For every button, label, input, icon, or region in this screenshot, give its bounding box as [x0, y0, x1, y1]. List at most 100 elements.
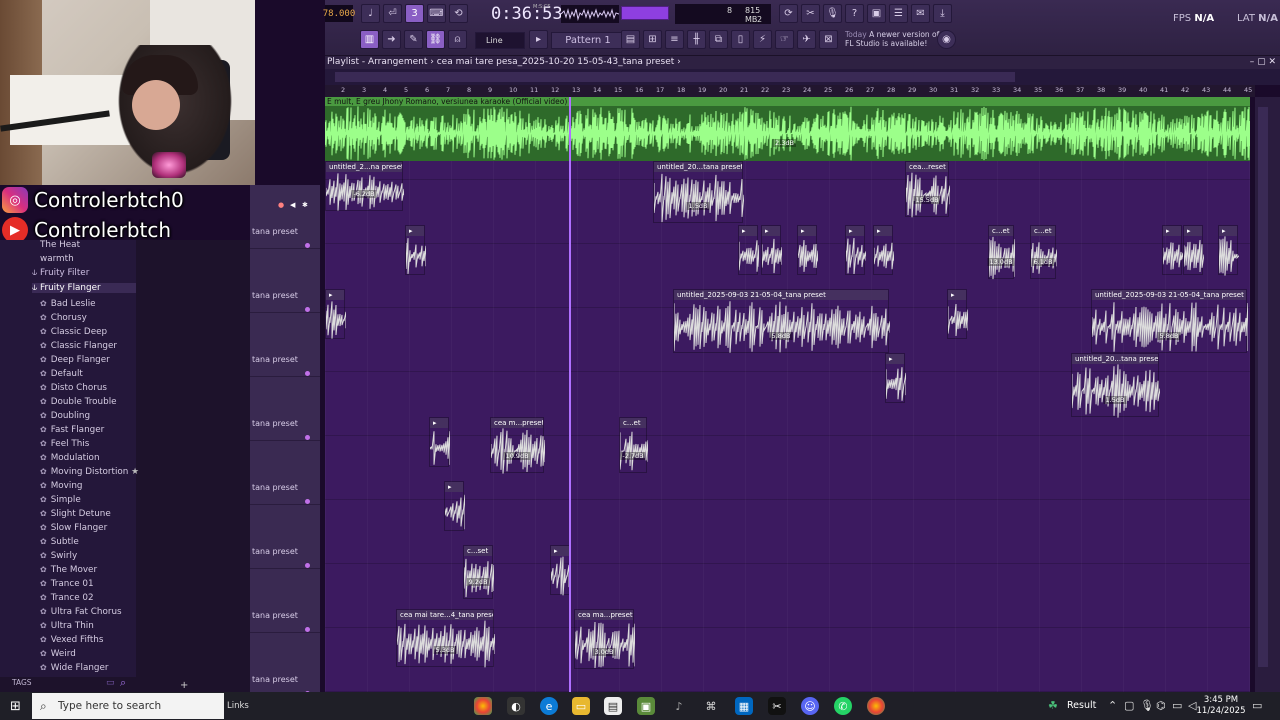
microphone-icon[interactable]: 🎙 [823, 4, 842, 23]
pattern-clip[interactable]: ▸ [325, 289, 346, 339]
metronome-icon[interactable]: ♩ [361, 4, 380, 23]
pattern-clip[interactable]: ▸ [947, 289, 968, 339]
track-mute-led[interactable] [305, 627, 310, 632]
tags-label[interactable]: TAGS [12, 678, 32, 687]
tray-display-icon[interactable]: ▭ [1172, 699, 1182, 712]
master-volume-meter[interactable] [621, 6, 669, 20]
links-toolbar[interactable]: Links [227, 701, 249, 711]
file-icon[interactable]: ▯ [731, 30, 750, 49]
preset-item[interactable]: ✿ Bad Leslie [40, 299, 96, 313]
pattern-clip[interactable]: c...set 9.2dB [463, 545, 494, 599]
folder-fruity-flanger[interactable]: ⫝ Fruity Flanger [32, 283, 136, 293]
track-mute-led[interactable] [305, 499, 310, 504]
whatsapp-icon[interactable]: ✆ [834, 697, 852, 715]
tray-overflow-icon[interactable]: ⌃ [1108, 699, 1117, 712]
pattern-clip[interactable]: c...et 6.1dB [1030, 225, 1057, 279]
pattern-clip[interactable]: untitled_2025-09-03 21-05-04_tana preset… [673, 289, 890, 353]
link-icon[interactable]: ⛓ [426, 30, 445, 49]
pattern-clip[interactable]: ▸ [1162, 225, 1183, 275]
pattern-clip[interactable]: untitled_20...tana preset 1.5dB [653, 161, 744, 223]
pattern-clip[interactable]: cea m...preset 10.9dB [490, 417, 545, 474]
preset-item[interactable]: ✿ Doubling [40, 411, 90, 425]
preset-item[interactable]: ✿ Subtle [40, 537, 79, 551]
track-mute-led[interactable] [305, 371, 310, 376]
pattern-clip[interactable]: ▸ [1218, 225, 1239, 276]
preset-item[interactable]: ✿ Chorusy [40, 313, 87, 327]
tray-network-icon[interactable]: ⌬ [1156, 699, 1166, 712]
track-header[interactable]: tana preset [250, 249, 320, 313]
file-explorer-icon[interactable]: ▭ [572, 697, 590, 715]
preset-item[interactable]: ✿ Slight Detune [40, 509, 111, 523]
track-mute-led[interactable] [305, 435, 310, 440]
track-header[interactable]: tana preset [250, 633, 320, 697]
tray-result-label[interactable]: Result [1067, 700, 1096, 711]
pattern-clip[interactable]: ▸ [845, 225, 866, 275]
cart-icon[interactable]: ⊠ [819, 30, 838, 49]
track-header[interactable]: tana preset [250, 505, 320, 569]
countdown-icon[interactable]: 3 [405, 4, 424, 23]
preset-item[interactable]: ✿ Slow Flanger [40, 523, 107, 537]
pattern-clip[interactable]: cea mai tare...4_tana preset 5.3dB [396, 609, 495, 668]
timeline-ruler[interactable]: 2 3 4 5 6 7 8 9 10 11 12 13 14 15 16 17 18 19 20 21 22 23 24 25… [325, 85, 1255, 97]
audio-clip-karaoke[interactable]: E mult, E greu Jhony Romano, versiunea k… [325, 97, 1250, 161]
cut-icon[interactable]: ✂ [801, 4, 820, 23]
track-mute-led[interactable] [305, 243, 310, 248]
channel-rack-icon[interactable]: ⊞ [643, 30, 662, 49]
pattern-clip[interactable]: c...et 13.0dB [987, 225, 1015, 280]
preset-item[interactable]: ✿ Disto Chorus [40, 383, 107, 397]
track-header[interactable]: tana preset [250, 569, 320, 633]
pattern-clip[interactable]: ▸ [885, 353, 906, 403]
chrome-icon[interactable] [474, 697, 492, 715]
windows-start-icon[interactable]: ⊞ [10, 699, 21, 714]
pattern-clip[interactable]: ▸ [738, 225, 759, 275]
magnet-icon[interactable]: ⍝ [448, 30, 467, 49]
pattern-clip[interactable]: ▸ [797, 225, 818, 275]
minecraft-icon[interactable]: ▣ [637, 697, 655, 715]
preset-item[interactable]: ✿ Feel This [40, 439, 89, 453]
pattern-select[interactable]: Pattern 1 [551, 32, 625, 49]
preset-item[interactable]: ✿ Double Trouble [40, 397, 117, 411]
playlist-overview[interactable] [325, 69, 1280, 85]
playlist-icon[interactable]: ▤ [621, 30, 640, 49]
vertical-scrollbar[interactable] [1255, 97, 1280, 692]
search-icon[interactable]: ⌕ [120, 676, 126, 690]
pattern-clip[interactable]: c...et -2.7dB [619, 417, 648, 473]
touch-icon[interactable]: ☞ [775, 30, 794, 49]
taskbar-search[interactable]: ⌕ Type here to search [32, 693, 224, 719]
notepad-icon[interactable]: ▤ [604, 697, 622, 715]
chrome-profile-icon[interactable] [867, 697, 885, 715]
play-icon[interactable]: ▸ [529, 30, 548, 49]
export-icon[interactable]: ⤓ [933, 4, 952, 23]
store-icon[interactable]: ▦ [735, 697, 753, 715]
pattern-clip[interactable]: ▸ [1183, 225, 1204, 275]
mixer-view-icon[interactable]: ╫ [687, 30, 706, 49]
track-header[interactable]: tana preset [250, 313, 320, 377]
preset-item[interactable]: ✿ Classic Deep [40, 327, 107, 341]
weather-icon[interactable]: ☘ [1048, 699, 1058, 712]
loop-record-icon[interactable]: ⟲ [449, 4, 468, 23]
preset-item[interactable]: ✿ Default [40, 369, 83, 383]
news-panel[interactable]: Today A newer version of FL Studio is av… [845, 30, 945, 48]
folder-icon[interactable]: ▭ [106, 678, 115, 688]
preset-item[interactable]: ✿ Classic Flanger [40, 341, 117, 355]
undo-icon[interactable]: ⟳ [779, 4, 798, 23]
track-mute-led[interactable] [305, 307, 310, 312]
chat-icon[interactable]: ✉ [911, 4, 930, 23]
obs-icon[interactable]: ◐ [507, 697, 525, 715]
help-icon[interactable]: ? [845, 4, 864, 23]
preset-item[interactable]: ✿ Simple [40, 495, 81, 509]
preset-item[interactable]: ✿ Vexed Fifths [40, 635, 103, 649]
arrangement-name[interactable]: cea mai tare pesa_2025-10-20 15-05-43_ta… [437, 57, 675, 67]
playhead[interactable] [569, 97, 571, 692]
app-icon[interactable]: ♪ [670, 697, 688, 715]
pattern-clip[interactable]: ▸ [873, 225, 894, 275]
preset-item[interactable]: ✿ Fast Flanger [40, 425, 104, 439]
pattern-clip[interactable]: ▸ [444, 481, 465, 531]
browser-item[interactable]: The Heat [40, 240, 80, 254]
arrow-icon[interactable]: ➜ [382, 30, 401, 49]
tray-app-icon[interactable]: ▢ [1124, 699, 1134, 712]
pattern-clip[interactable]: cea ma...preset 3.0dB [574, 609, 635, 669]
pattern-song-icon[interactable]: ▥ [360, 30, 379, 49]
pattern-clip[interactable]: ▸ [761, 225, 782, 275]
window-controls[interactable]: – ▢ ✕ [1250, 56, 1276, 69]
